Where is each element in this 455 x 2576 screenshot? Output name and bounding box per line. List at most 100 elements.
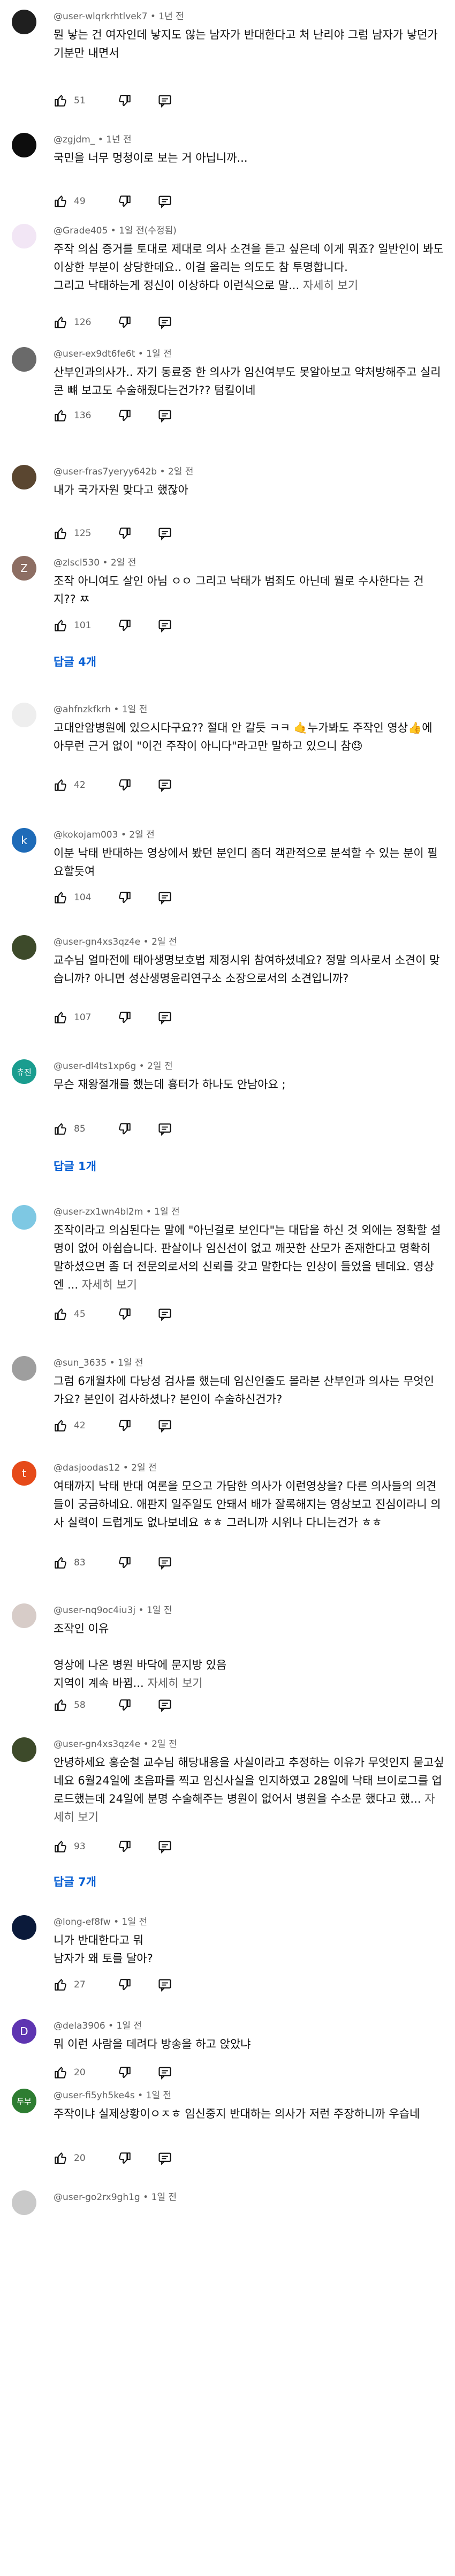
dislike-icon[interactable] — [118, 2151, 132, 2165]
comment-time[interactable]: 1일 전(수정됨) — [119, 225, 177, 236]
dislike-icon[interactable] — [118, 1840, 132, 1854]
dislike-icon[interactable] — [118, 1556, 132, 1570]
read-more-link[interactable]: 자세히 보기 — [82, 1278, 137, 1291]
like-icon[interactable] — [54, 1011, 67, 1025]
avatar[interactable] — [12, 10, 36, 34]
comment-author[interactable]: @dela3906 — [54, 2021, 105, 2031]
comment-author[interactable]: @user-gn4xs3qz4e — [54, 1739, 140, 1750]
view-replies-link[interactable]: 답글 1개 — [54, 1158, 96, 1174]
comment-time[interactable]: 2일 전 — [111, 558, 136, 568]
read-more-link[interactable]: 자세히 보기 — [147, 1677, 202, 1690]
comment-author[interactable]: @user-ex9dt6fe6t — [54, 349, 135, 359]
reply-icon[interactable] — [157, 2065, 172, 2080]
view-replies-link[interactable]: 답글 7개 — [54, 1873, 96, 1889]
dislike-icon[interactable] — [118, 1419, 132, 1433]
like-icon[interactable] — [54, 891, 67, 905]
like-icon[interactable] — [54, 1556, 67, 1570]
comment-author[interactable]: @long-ef8fw — [54, 1917, 111, 1927]
comment-time[interactable]: 2일 전 — [151, 937, 177, 947]
like-icon[interactable] — [54, 1698, 67, 1712]
reply-icon[interactable] — [157, 1698, 172, 1713]
dislike-icon[interactable] — [118, 1698, 132, 1712]
like-icon[interactable] — [54, 315, 67, 329]
dislike-icon[interactable] — [118, 778, 132, 792]
reply-icon[interactable] — [157, 890, 172, 905]
comment-time[interactable]: 1일 전 — [147, 1605, 172, 1616]
avatar[interactable]: Z — [12, 556, 36, 581]
dislike-icon[interactable] — [118, 891, 132, 905]
dislike-icon[interactable] — [118, 315, 132, 329]
comment-author[interactable]: @sun_3635 — [54, 1358, 107, 1368]
comment-author[interactable]: @zlscl530 — [54, 558, 100, 568]
comment-time[interactable]: 1년 전 — [158, 11, 184, 22]
comment-author[interactable]: @user-fi5yh5ke4s — [54, 2090, 135, 2101]
like-icon[interactable] — [54, 409, 67, 423]
comment-time[interactable]: 2일 전 — [147, 1061, 173, 1072]
dislike-icon[interactable] — [118, 94, 132, 108]
reply-icon[interactable] — [157, 408, 172, 423]
reply-icon[interactable] — [157, 778, 172, 793]
like-icon[interactable] — [54, 526, 67, 540]
avatar[interactable] — [12, 703, 36, 727]
dislike-icon[interactable] — [118, 526, 132, 540]
reply-icon[interactable] — [157, 1839, 172, 1854]
like-icon[interactable] — [54, 2066, 67, 2080]
dislike-icon[interactable] — [118, 1307, 132, 1321]
comment-author[interactable]: @dasjoodas12 — [54, 1463, 120, 1473]
comment-time[interactable]: 1일 전 — [151, 2192, 177, 2203]
comment-time[interactable]: 1일 전 — [118, 1358, 143, 1368]
avatar[interactable]: t — [12, 1461, 36, 1486]
comment-author[interactable]: @Grade405 — [54, 225, 108, 236]
comment-time[interactable]: 2일 전 — [131, 1463, 157, 1473]
avatar[interactable]: D — [12, 2019, 36, 2044]
dislike-icon[interactable] — [118, 2066, 132, 2080]
avatar[interactable] — [12, 347, 36, 372]
reply-icon[interactable] — [157, 1418, 172, 1433]
reply-icon[interactable] — [157, 618, 172, 633]
like-icon[interactable] — [54, 1307, 67, 1321]
comment-time[interactable]: 1일 전 — [122, 1917, 148, 1927]
comment-time[interactable]: 2일 전 — [129, 830, 155, 840]
dislike-icon[interactable] — [118, 194, 132, 208]
reply-icon[interactable] — [157, 194, 172, 209]
avatar[interactable] — [12, 1356, 36, 1381]
dislike-icon[interactable] — [118, 1011, 132, 1025]
comment-author[interactable]: @ahfnzkfkrh — [54, 704, 111, 715]
like-icon[interactable] — [54, 1840, 67, 1854]
comment-time[interactable]: 1일 전 — [146, 2090, 172, 2101]
reply-icon[interactable] — [157, 1307, 172, 1322]
like-icon[interactable] — [54, 619, 67, 632]
reply-icon[interactable] — [157, 315, 172, 330]
like-icon[interactable] — [54, 778, 67, 792]
avatar[interactable]: 두부 — [12, 2089, 36, 2113]
avatar[interactable] — [12, 133, 36, 157]
dislike-icon[interactable] — [118, 1978, 132, 1992]
reply-icon[interactable] — [157, 526, 172, 541]
comment-time[interactable]: 1일 전 — [117, 2021, 142, 2031]
reply-icon[interactable] — [157, 1977, 172, 1992]
like-icon[interactable] — [54, 194, 67, 208]
avatar[interactable] — [12, 465, 36, 489]
comment-author[interactable]: @user-wlqrkrhtlvek7 — [54, 11, 147, 22]
comment-time[interactable]: 1년 전 — [106, 134, 132, 145]
dislike-icon[interactable] — [118, 409, 132, 423]
comment-author[interactable]: @user-nq9oc4iu3j — [54, 1605, 135, 1616]
avatar[interactable] — [12, 2190, 36, 2215]
like-icon[interactable] — [54, 1122, 67, 1136]
comment-author[interactable]: @user-dl4ts1xp6g — [54, 1061, 136, 1072]
comment-time[interactable]: 2일 전 — [151, 1739, 177, 1750]
comment-author[interactable]: @user-go2rx9gh1g — [54, 2192, 140, 2203]
comment-author[interactable]: @user-zx1wn4bl2m — [54, 1207, 143, 1217]
comment-author[interactable]: @user-fras7yeryy642b — [54, 466, 157, 477]
comment-author[interactable]: @user-gn4xs3qz4e — [54, 937, 140, 947]
comment-time[interactable]: 2일 전 — [168, 466, 194, 477]
avatar[interactable] — [12, 1205, 36, 1230]
like-icon[interactable] — [54, 94, 67, 108]
dislike-icon[interactable] — [118, 619, 132, 632]
like-icon[interactable] — [54, 1978, 67, 1992]
reply-icon[interactable] — [157, 1555, 172, 1570]
comment-author[interactable]: @kokojam003 — [54, 830, 118, 840]
reply-icon[interactable] — [157, 1010, 172, 1025]
comment-time[interactable]: 1일 전 — [122, 704, 148, 715]
reply-icon[interactable] — [157, 1121, 172, 1136]
